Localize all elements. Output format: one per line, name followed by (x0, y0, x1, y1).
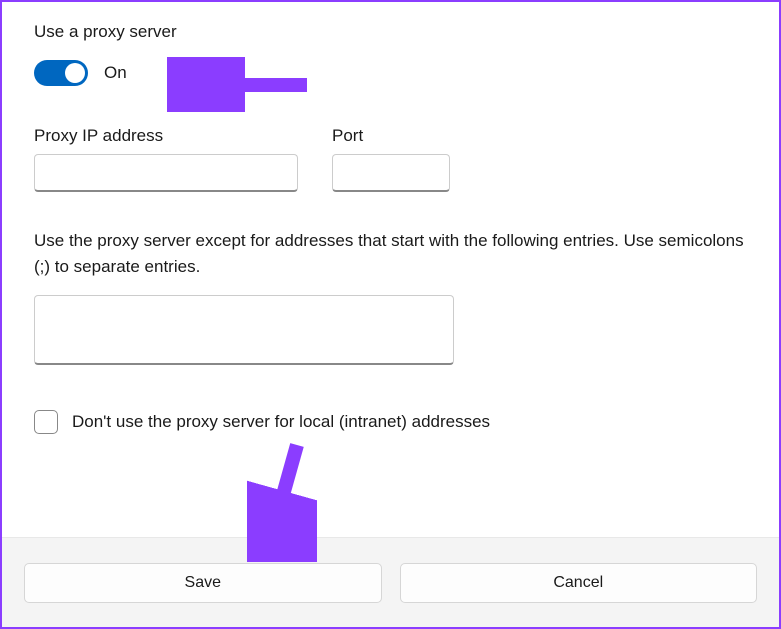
exceptions-input[interactable] (34, 295, 454, 365)
proxy-toggle-row: On (34, 60, 747, 86)
dialog-footer: Save Cancel (2, 537, 779, 627)
proxy-toggle-label: On (104, 63, 127, 83)
local-bypass-row: Don't use the proxy server for local (in… (34, 410, 747, 434)
toggle-knob (65, 63, 85, 83)
proxy-toggle[interactable] (34, 60, 88, 86)
ip-label: Proxy IP address (34, 126, 298, 146)
local-bypass-label: Don't use the proxy server for local (in… (72, 412, 490, 432)
local-bypass-checkbox[interactable] (34, 410, 58, 434)
port-label: Port (332, 126, 450, 146)
port-field-group: Port (332, 126, 450, 192)
section-title: Use a proxy server (34, 22, 747, 42)
proxy-ip-input[interactable] (34, 154, 298, 192)
ip-field-group: Proxy IP address (34, 126, 298, 192)
cancel-button[interactable]: Cancel (400, 563, 758, 603)
address-port-row: Proxy IP address Port (34, 126, 747, 192)
exceptions-help-text: Use the proxy server except for addresse… (34, 228, 747, 281)
save-button[interactable]: Save (24, 563, 382, 603)
proxy-port-input[interactable] (332, 154, 450, 192)
